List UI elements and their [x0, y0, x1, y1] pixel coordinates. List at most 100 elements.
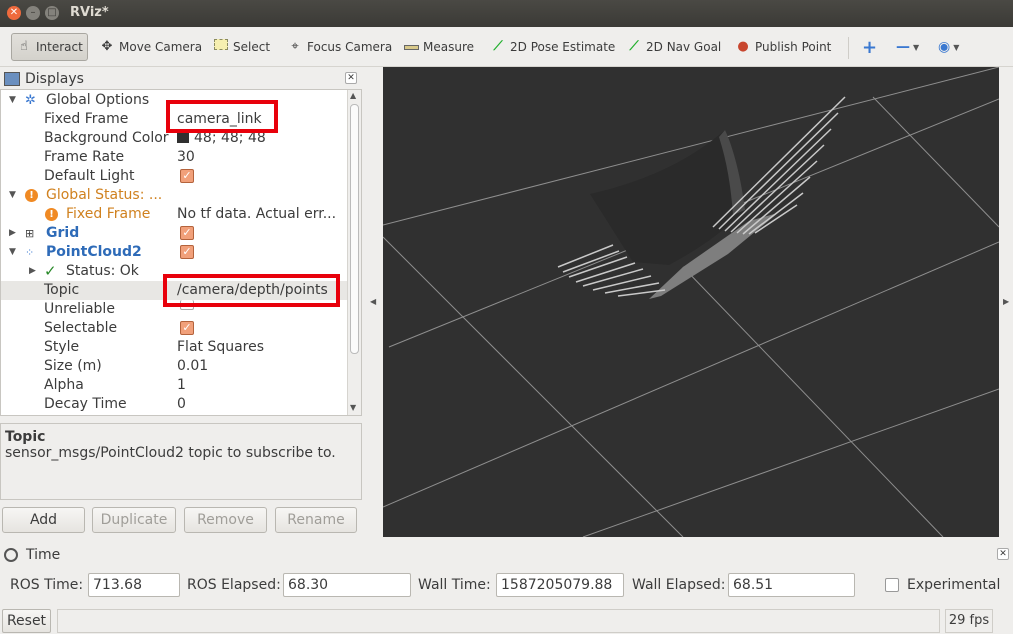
highlight-box-topic [163, 274, 340, 307]
tree-row-alpha[interactable]: Alpha 1 [1, 376, 347, 395]
measure-tool-button[interactable]: Measure [399, 33, 478, 61]
tree-label: Selectable [44, 320, 118, 336]
tree-row-global-status[interactable]: ▼ ! Global Status: ... [1, 186, 347, 205]
remove-button[interactable]: Remove [184, 507, 267, 533]
pointcloud-icon: ⁘ [25, 246, 35, 259]
panels-visibility-button[interactable]: ◉ ▼ [934, 33, 963, 61]
warning-icon: ! [45, 208, 58, 221]
selectable-checkbox[interactable]: ✓ [180, 321, 194, 335]
add-tool-button[interactable]: + [858, 33, 881, 61]
size-value[interactable]: 0.01 [177, 357, 208, 376]
tree-row-selectable[interactable]: Selectable ✓ [1, 319, 347, 338]
tree-row-decay-time[interactable]: Decay Time 0 [1, 395, 347, 414]
default-light-checkbox[interactable]: ✓ [180, 169, 194, 183]
time-close-icon[interactable]: ✕ [997, 548, 1009, 560]
tree-label: Decay Time [44, 396, 127, 412]
chevron-down-icon: ▼ [953, 42, 960, 52]
tree-label: Topic [44, 282, 80, 298]
clock-icon [4, 547, 18, 562]
ground-grid [383, 67, 999, 537]
window-minimize-button[interactable]: – [26, 6, 40, 20]
remove-tool-button[interactable]: — ▼ [892, 33, 923, 61]
expand-arrow-icon[interactable]: ▼ [9, 91, 16, 110]
ros-time-field[interactable]: 713.68 [88, 573, 180, 597]
time-panel-header: Time [0, 544, 1013, 565]
alpha-value[interactable]: 1 [177, 376, 186, 395]
publish-point-label: Publish Point [755, 40, 832, 54]
focus-camera-label: Focus Camera [307, 40, 393, 54]
tree-label: PointCloud2 [46, 244, 142, 260]
select-tool-button[interactable]: Select [209, 33, 274, 61]
title-bar: ✕ – □ RViz* [0, 0, 1013, 27]
focus-camera-tool-button[interactable]: ⌖ Focus Camera [283, 33, 396, 61]
tree-row-pointcloud2[interactable]: ▼ ⁘ PointCloud2 ✓ [1, 243, 347, 262]
toolbar-separator [848, 37, 849, 59]
splitter-right-arrow-icon[interactable]: ▶ [1003, 297, 1009, 306]
tree-row-default-light[interactable]: Default Light ✓ [1, 167, 347, 186]
add-button[interactable]: Add [2, 507, 85, 533]
time-title: Time [26, 546, 61, 563]
tree-label: Fixed Frame [44, 111, 129, 127]
duplicate-button[interactable]: Duplicate [92, 507, 176, 533]
move-camera-tool-button[interactable]: ✥ Move Camera [95, 33, 206, 61]
style-value[interactable]: Flat Squares [177, 338, 264, 357]
ruler-icon [403, 39, 419, 55]
plus-icon: + [862, 36, 878, 58]
fps-readout: 29 fps [945, 609, 993, 633]
expand-arrow-icon[interactable]: ▼ [9, 243, 16, 262]
wall-elapsed-field[interactable]: 68.51 [728, 573, 855, 597]
tree-row-frame-rate[interactable]: Frame Rate 30 [1, 148, 347, 167]
gear-icon: ✲ [25, 93, 36, 108]
scrollbar-thumb[interactable] [350, 104, 359, 354]
rename-button[interactable]: Rename [275, 507, 357, 533]
monitor-icon [4, 71, 20, 86]
description-text: sensor_msgs/PointCloud2 topic to subscri… [5, 445, 336, 461]
warning-icon: ! [25, 189, 38, 202]
window-maximize-button[interactable]: □ [45, 6, 59, 20]
wall-time-field[interactable]: 1587205079.88 [496, 573, 624, 597]
tree-row-style[interactable]: Style Flat Squares [1, 338, 347, 357]
scroll-down-icon[interactable]: ▼ [350, 403, 356, 412]
ros-elapsed-field[interactable]: 68.30 [283, 573, 411, 597]
collapsed-arrow-icon[interactable]: ▶ [9, 224, 16, 243]
3d-scene-canvas [383, 67, 999, 537]
tree-row-grid[interactable]: ▶ ⊞ Grid ✓ [1, 224, 347, 243]
2d-pose-estimate-label: 2D Pose Estimate [510, 40, 616, 54]
2d-pose-estimate-tool-button[interactable]: ⟋ 2D Pose Estimate [486, 33, 619, 61]
2d-nav-goal-label: 2D Nav Goal [646, 40, 722, 54]
2d-nav-goal-tool-button[interactable]: ⟋ 2D Nav Goal [622, 33, 725, 61]
3d-render-view[interactable] [383, 67, 999, 537]
tree-label: Style [44, 339, 80, 355]
tree-row-size[interactable]: Size (m) 0.01 [1, 357, 347, 376]
expand-arrow-icon[interactable]: ▼ [9, 186, 16, 205]
reset-button[interactable]: Reset [2, 609, 51, 633]
hand-cursor-icon: ☝ [20, 39, 28, 54]
grid-checkbox[interactable]: ✓ [180, 226, 194, 240]
displays-tree: ▼ ✲ Global Options Fixed Frame camera_li… [0, 89, 362, 416]
displays-panel-header: Displays [0, 68, 362, 89]
decay-time-value[interactable]: 0 [177, 395, 186, 414]
tree-label: Alpha [44, 377, 84, 393]
select-label: Select [233, 40, 271, 54]
move-arrows-icon: ✥ [101, 39, 113, 54]
property-description: Topic sensor_msgs/PointCloud2 topic to s… [0, 423, 362, 500]
point-cloud [557, 96, 846, 299]
publish-point-tool-button[interactable]: ● Publish Point [731, 33, 835, 61]
tree-scrollbar[interactable]: ▲ ▼ [347, 90, 361, 415]
tree-label: Size (m) [44, 358, 102, 374]
scroll-up-icon[interactable]: ▲ [350, 91, 356, 100]
displays-close-icon[interactable]: ✕ [345, 72, 357, 84]
window-close-button[interactable]: ✕ [7, 6, 21, 20]
collapsed-arrow-icon[interactable]: ▶ [29, 262, 36, 281]
splitter-left-arrow-icon[interactable]: ◀ [370, 297, 376, 306]
interact-tool-button[interactable]: ☝ Interact [11, 33, 88, 61]
ros-elapsed-label: ROS Elapsed: [187, 577, 281, 593]
tree-label: Unreliable [44, 301, 115, 317]
tree-row-fixed-frame-error[interactable]: ! Fixed Frame No tf data. Actual err... [1, 205, 347, 224]
minus-icon: — [896, 39, 910, 55]
frame-rate-value[interactable]: 30 [177, 148, 195, 167]
experimental-checkbox[interactable] [885, 578, 899, 592]
displays-title: Displays [25, 70, 84, 87]
description-title: Topic [5, 429, 46, 445]
pointcloud2-checkbox[interactable]: ✓ [180, 245, 194, 259]
